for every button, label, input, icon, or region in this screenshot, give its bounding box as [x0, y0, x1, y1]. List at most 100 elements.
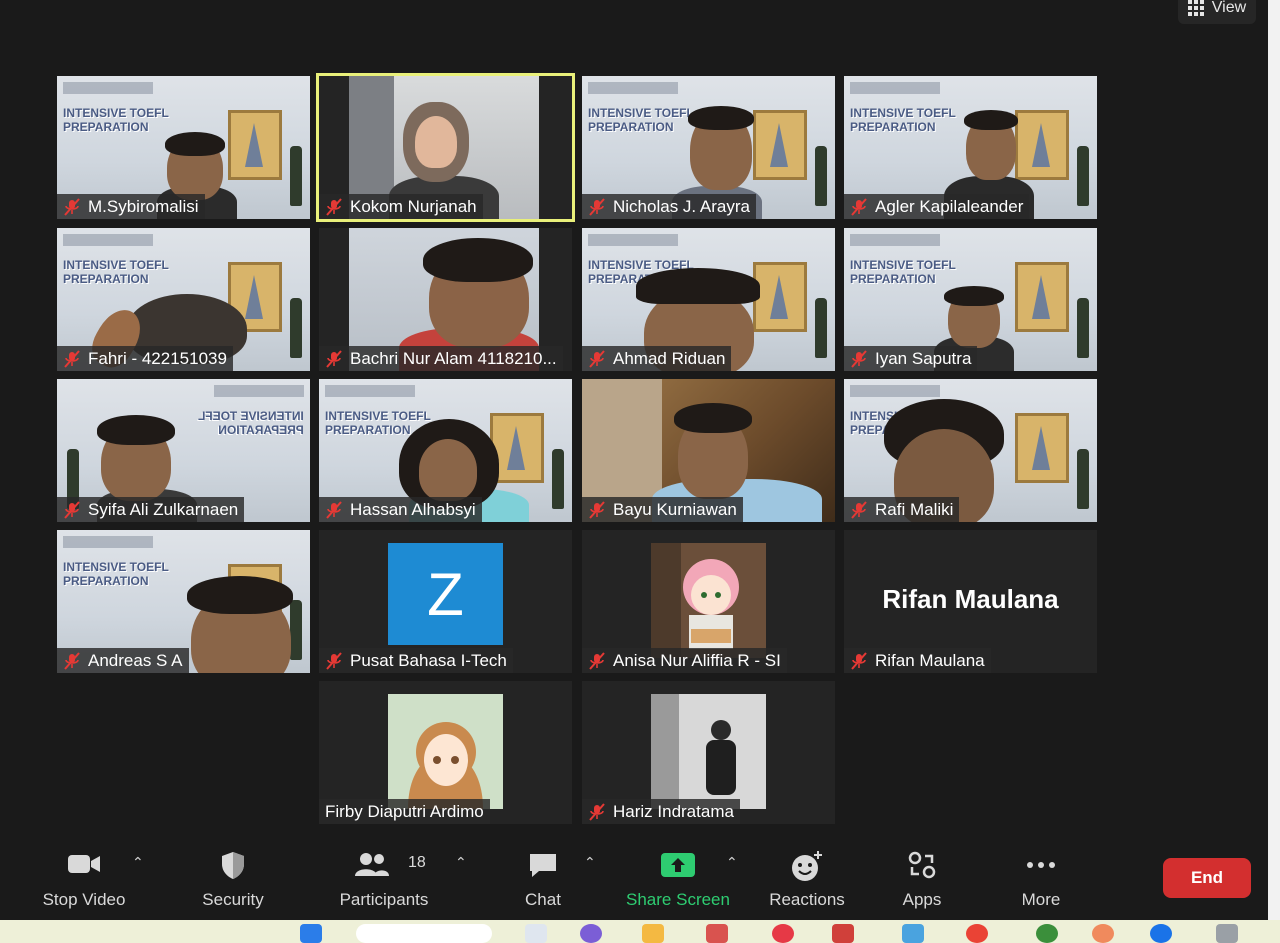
- participant-name: Fahri - 422151039: [88, 348, 227, 368]
- share-screen-icon: [661, 853, 695, 877]
- apps-button[interactable]: Apps: [862, 840, 982, 920]
- video-tile[interactable]: Hariz Indratama: [582, 681, 835, 824]
- participant-name: M.Sybiromalisi: [88, 196, 199, 216]
- video-tile[interactable]: Firby Diaputri Ardimo: [319, 681, 572, 824]
- pdf-icon[interactable]: [832, 924, 854, 943]
- video-tile[interactable]: Bachri Nur Alam 4118210...: [319, 228, 572, 371]
- video-tile[interactable]: INTENSIVE TOEFL PREPARATION Ahmad Riduan: [582, 228, 835, 371]
- muted-microphone-icon: [851, 651, 867, 670]
- participant-name: Anisa Nur Aliffia R - SI: [613, 650, 781, 670]
- participant-name: Rafi Maliki: [875, 499, 954, 519]
- stop-video-button[interactable]: Stop Video: [24, 840, 144, 920]
- participant-name-tag: Rifan Maulana: [844, 648, 991, 673]
- chrome-icon[interactable]: [966, 924, 988, 943]
- view-button[interactable]: View: [1178, 0, 1256, 24]
- window-edge: [1268, 0, 1280, 920]
- muted-microphone-icon: [64, 651, 80, 670]
- participant-name-tag: Bayu Kurniawan: [582, 497, 743, 522]
- end-meeting-button[interactable]: End: [1163, 858, 1251, 898]
- video-tile[interactable]: INTENSIVE TOEFLPREPARATION Rafi Maliki: [844, 379, 1097, 522]
- participant-name-tag: Agler Kapilaleander: [844, 194, 1030, 219]
- video-tile[interactable]: INTENSIVE TOEFL PREPARATION Andreas S A: [57, 530, 310, 673]
- participant-name: Pusat Bahasa I-Tech: [350, 650, 507, 670]
- participant-name-tag: Iyan Saputra: [844, 346, 978, 371]
- taskbar-search-box[interactable]: [356, 924, 492, 943]
- background-banner: INTENSIVE TOEFL PREPARATION: [63, 106, 169, 134]
- share-options-caret[interactable]: ⌃: [726, 854, 738, 871]
- video-tile[interactable]: INTENSIVE TOEFL PREPARATION Agler Kapilal…: [844, 76, 1097, 219]
- participant-name: Bachri Nur Alam 4118210...: [350, 348, 557, 368]
- taskbar-app-icon[interactable]: [902, 924, 924, 943]
- participants-options-caret[interactable]: ⌃: [455, 854, 467, 871]
- profile-avatar: Z: [388, 543, 503, 645]
- video-tile[interactable]: INTENSIVE TOEFL PREPARATION M.Sybiromalis…: [57, 76, 310, 219]
- video-tile-active-speaker[interactable]: Kokom Nurjanah: [316, 73, 575, 222]
- os-taskbar: [0, 920, 1280, 943]
- apps-icon: [908, 851, 936, 879]
- muted-microphone-icon: [851, 197, 867, 216]
- muted-microphone-icon: [589, 651, 605, 670]
- muted-microphone-icon: [64, 197, 80, 216]
- meeting-toolbar: Stop Video ⌃ Security 18 Participants ⌃ …: [0, 840, 1268, 920]
- participants-button[interactable]: 18 Participants: [324, 840, 444, 920]
- video-tile[interactable]: INTENSIVE TOEFL PREPARATION Iyan Saputra: [844, 228, 1097, 371]
- taskbar-app-icon[interactable]: [1150, 924, 1172, 943]
- participant-name-tag: Firby Diaputri Ardimo: [319, 799, 490, 824]
- profile-avatar: [651, 694, 766, 809]
- participant-name-tag: Hariz Indratama: [582, 799, 740, 824]
- view-label: View: [1211, 0, 1247, 16]
- taskbar-app-icon[interactable]: [1216, 924, 1238, 943]
- participant-name-tag: Syifa Ali Zulkarnaen: [57, 497, 245, 522]
- participant-name: Hariz Indratama: [613, 801, 734, 821]
- more-button[interactable]: More: [981, 840, 1101, 920]
- participant-name-tag: Rafi Maliki: [844, 497, 960, 522]
- taskbar-app-icon[interactable]: [772, 924, 794, 943]
- participant-name: Hassan Alhabsyi: [350, 499, 476, 519]
- participant-name: Andreas S A: [88, 650, 183, 670]
- video-tile[interactable]: Bayu Kurniawan: [582, 379, 835, 522]
- smiley-plus-icon: [792, 851, 822, 881]
- participant-name-tag: Fahri - 422151039: [57, 346, 233, 371]
- video-tile[interactable]: INTENSIVE TOEFL PREPARATION Hassan Alhabs…: [319, 379, 572, 522]
- participant-name-tag: Andreas S A: [57, 648, 189, 673]
- muted-microphone-icon: [326, 500, 342, 519]
- taskbar-app-icon[interactable]: [1036, 924, 1058, 943]
- video-camera-icon: [68, 855, 100, 873]
- participants-icon: [355, 853, 389, 876]
- windows-start-icon[interactable]: [300, 924, 322, 943]
- video-options-caret[interactable]: ⌃: [132, 854, 144, 871]
- chat-options-caret[interactable]: ⌃: [584, 854, 596, 871]
- video-tile[interactable]: Anisa Nur Aliffia R - SI: [582, 530, 835, 673]
- muted-microphone-icon: [589, 349, 605, 368]
- video-tile[interactable]: INTENSIVE TOEFL PREPARATION Fahri - 42215…: [57, 228, 310, 371]
- participant-name: Ahmad Riduan: [613, 348, 726, 368]
- security-button[interactable]: Security: [173, 840, 293, 920]
- video-tile[interactable]: INTENSIVE TOEFL PREPARATION Syifa Ali Zul…: [57, 379, 310, 522]
- muted-microphone-icon: [326, 197, 342, 216]
- profile-avatar: [388, 694, 503, 809]
- video-tile[interactable]: Z Pusat Bahasa I-Tech: [319, 530, 572, 673]
- taskbar-app-icon[interactable]: [525, 924, 547, 943]
- taskbar-app-icon[interactable]: [1092, 924, 1114, 943]
- taskbar-app-icon[interactable]: [580, 924, 602, 943]
- muted-microphone-icon: [851, 500, 867, 519]
- muted-microphone-icon: [326, 349, 342, 368]
- video-tile[interactable]: Rifan Maulana Rifan Maulana: [844, 530, 1097, 673]
- participant-name-tag: Nicholas J. Arayra: [582, 194, 756, 219]
- participant-name: Bayu Kurniawan: [613, 499, 737, 519]
- participant-name: Agler Kapilaleander: [875, 196, 1024, 216]
- reactions-button[interactable]: Reactions: [747, 840, 867, 920]
- muted-microphone-icon: [326, 651, 342, 670]
- chat-button[interactable]: Chat: [483, 840, 603, 920]
- muted-microphone-icon: [64, 349, 80, 368]
- participant-name-tag: Anisa Nur Aliffia R - SI: [582, 648, 787, 673]
- folder-icon[interactable]: [642, 924, 664, 943]
- participant-name-tag: Hassan Alhabsyi: [319, 497, 482, 522]
- share-screen-button[interactable]: Share Screen: [618, 840, 738, 920]
- participants-count: 18: [408, 854, 426, 871]
- profile-avatar: [651, 543, 766, 658]
- shield-icon: [222, 852, 244, 879]
- video-tile[interactable]: INTENSIVE TOEFL PREPARATION Nicholas J. A…: [582, 76, 835, 219]
- taskbar-app-icon[interactable]: [706, 924, 728, 943]
- muted-microphone-icon: [64, 500, 80, 519]
